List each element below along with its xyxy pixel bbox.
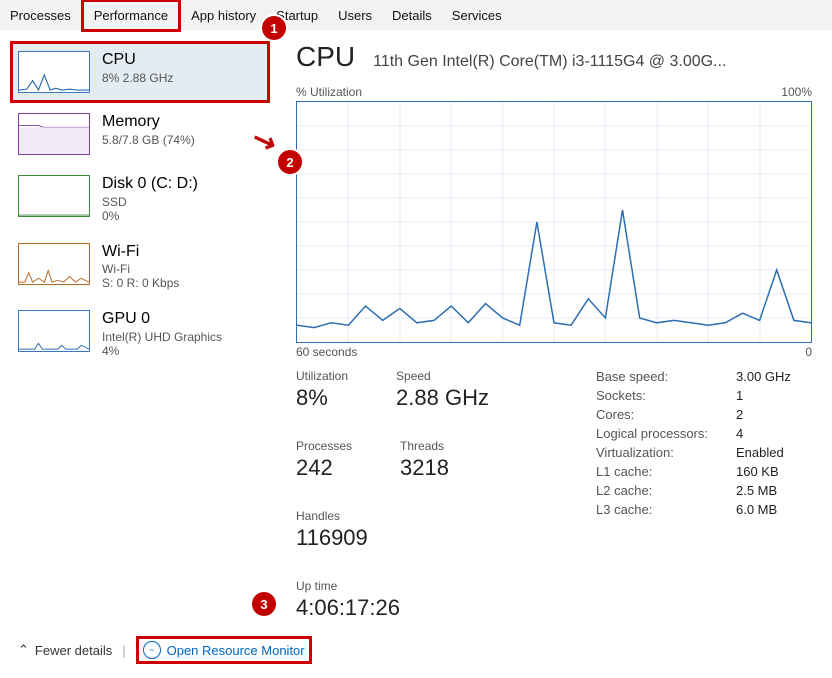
- lbl-handles: Handles: [296, 509, 368, 523]
- sidebar-gpu-sub1: Intel(R) UHD Graphics: [102, 330, 222, 344]
- cpu-model: 11th Gen Intel(R) Core(TM) i3-1115G4 @ 3…: [373, 53, 812, 71]
- sidebar-item-memory[interactable]: Memory 5.8/7.8 GB (74%): [10, 103, 270, 165]
- sidebar-wifi-title: Wi-Fi: [102, 243, 179, 261]
- page-title: CPU: [296, 41, 355, 73]
- val-speed: 2.88 GHz: [396, 385, 489, 411]
- chevron-up-icon[interactable]: ⌃: [18, 642, 29, 658]
- sidebar-gpu-title: GPU 0: [102, 310, 222, 328]
- sidebar-disk-title: Disk 0 (C: D:): [102, 175, 198, 193]
- spec-k: Cores:: [596, 407, 726, 422]
- tab-bar: Processes Performance App history Startu…: [0, 0, 832, 31]
- fewer-details-link[interactable]: Fewer details: [35, 643, 112, 658]
- main-panel: CPU 11th Gen Intel(R) Core(TM) i3-1115G4…: [270, 31, 832, 631]
- tab-performance[interactable]: Performance: [81, 0, 181, 32]
- sidebar-item-gpu[interactable]: GPU 0 Intel(R) UHD Graphics 4%: [10, 300, 270, 368]
- gpu-thumb-chart: [18, 310, 90, 352]
- val-uptime: 4:06:17:26: [296, 595, 566, 621]
- sidebar-cpu-title: CPU: [102, 51, 173, 69]
- spec-k: Virtualization:: [596, 445, 726, 460]
- graph-label-bl: 60 seconds: [296, 345, 357, 359]
- spec-list: Base speed: 3.00 GHz Sockets: 1 Cores: 2 Lo…: [596, 369, 791, 621]
- sidebar-wifi-sub1: Wi-Fi: [102, 262, 179, 276]
- lbl-uptime: Up time: [296, 579, 566, 593]
- sidebar-memory-sub: 5.8/7.8 GB (74%): [102, 133, 195, 147]
- memory-thumb-chart: [18, 113, 90, 155]
- graph-label-tr: 100%: [781, 85, 812, 99]
- tab-services[interactable]: Services: [442, 2, 512, 29]
- val-processes: 242: [296, 455, 352, 481]
- spec-v: 3.00 GHz: [736, 369, 791, 384]
- sidebar-item-disk[interactable]: Disk 0 (C: D:) SSD 0%: [10, 165, 270, 233]
- spec-k: Sockets:: [596, 388, 726, 403]
- spec-v: 1: [736, 388, 743, 403]
- tab-details[interactable]: Details: [382, 2, 442, 29]
- cpu-utilization-chart: [296, 101, 812, 343]
- tab-app-history[interactable]: App history: [181, 2, 266, 29]
- sidebar-item-wifi[interactable]: Wi-Fi Wi-Fi S: 0 R: 0 Kbps: [10, 233, 270, 301]
- spec-v: 6.0 MB: [736, 502, 777, 517]
- lbl-utilization: Utilization: [296, 369, 348, 383]
- sidebar-disk-sub2: 0%: [102, 209, 198, 223]
- sidebar-memory-title: Memory: [102, 113, 195, 131]
- val-handles: 116909: [296, 525, 368, 551]
- spec-v: 2: [736, 407, 743, 422]
- val-utilization: 8%: [296, 385, 348, 411]
- separator: |: [122, 643, 125, 658]
- sidebar-gpu-sub2: 4%: [102, 344, 222, 358]
- spec-v: Enabled: [736, 445, 784, 460]
- sidebar-item-cpu[interactable]: CPU 8% 2.88 GHz: [10, 41, 270, 103]
- lbl-speed: Speed: [396, 369, 489, 383]
- spec-k: L1 cache:: [596, 464, 726, 479]
- sidebar: CPU 8% 2.88 GHz Memory 5.8/7.8 GB (74%): [0, 31, 270, 631]
- open-resource-monitor-link[interactable]: Open Resource Monitor: [167, 643, 305, 658]
- val-threads: 3218: [400, 455, 449, 481]
- cpu-thumb-chart: [18, 51, 90, 93]
- spec-k: Logical processors:: [596, 426, 726, 441]
- tab-processes[interactable]: Processes: [0, 2, 81, 29]
- annotation-badge-3: 3: [250, 590, 278, 618]
- lbl-threads: Threads: [400, 439, 449, 453]
- spec-v: 2.5 MB: [736, 483, 777, 498]
- disk-thumb-chart: [18, 175, 90, 217]
- lbl-processes: Processes: [296, 439, 352, 453]
- sidebar-wifi-sub2: S: 0 R: 0 Kbps: [102, 276, 179, 290]
- annotation-badge-2: 2: [276, 148, 304, 176]
- sidebar-cpu-sub: 8% 2.88 GHz: [102, 71, 173, 85]
- spec-k: Base speed:: [596, 369, 726, 384]
- spec-k: L3 cache:: [596, 502, 726, 517]
- graph-label-tl: % Utilization: [296, 85, 362, 99]
- resource-monitor-icon: ~: [143, 641, 161, 659]
- spec-v: 160 KB: [736, 464, 779, 479]
- spec-k: L2 cache:: [596, 483, 726, 498]
- wifi-thumb-chart: [18, 243, 90, 285]
- graph-label-br: 0: [805, 345, 812, 359]
- annotation-badge-1: 1: [260, 14, 288, 42]
- resource-monitor-highlight: ~ Open Resource Monitor: [136, 636, 312, 664]
- sidebar-disk-sub1: SSD: [102, 195, 198, 209]
- spec-v: 4: [736, 426, 743, 441]
- tab-users[interactable]: Users: [328, 2, 382, 29]
